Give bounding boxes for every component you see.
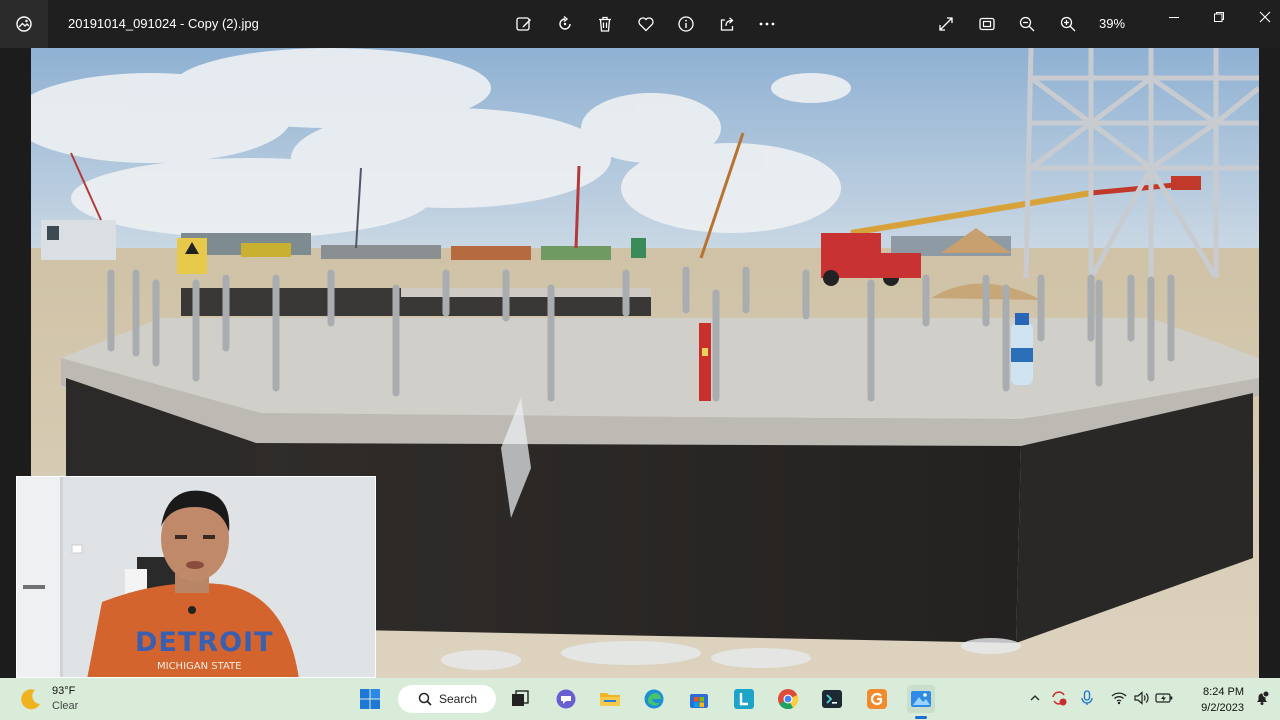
chevron-up-icon[interactable] [1026,689,1044,707]
weather-description: Clear [52,700,79,712]
active-app-indicator [915,716,927,719]
microsoft-store-icon[interactable] [685,685,713,713]
wifi-icon[interactable] [1110,689,1128,707]
photos-icon[interactable] [907,685,935,713]
start-icon[interactable] [356,685,384,713]
zoom-in-icon[interactable] [1056,12,1080,36]
zoom-level[interactable]: 39% [1099,16,1125,31]
fullscreen-icon[interactable] [934,12,958,36]
title-bar: 20191014_091024 - Copy (2).jpg 39% [0,0,1280,48]
shirt-text-detroit: DETROIT [135,627,274,658]
file-name-title: 20191014_091024 - Copy (2).jpg [68,16,259,31]
close-button[interactable] [1250,8,1280,26]
search-label: Search [439,692,478,706]
file-explorer-icon[interactable] [596,685,624,713]
moon-icon [21,689,40,710]
favorite-icon[interactable] [634,12,658,36]
rotate-icon[interactable] [553,12,577,36]
weather-widget[interactable]: 93°F Clear [18,684,78,714]
battery-icon[interactable] [1155,689,1173,707]
microphone-icon[interactable] [1078,689,1096,707]
info-icon[interactable] [674,12,698,36]
search-icon [418,692,432,706]
learn-app-icon[interactable] [730,685,758,713]
chrome-icon[interactable] [774,685,802,713]
webcam-overlay: DETROIT MICHIGAN STATE [16,476,376,678]
clock-time: 8:24 PM [1203,686,1244,698]
delete-icon[interactable] [593,12,617,36]
share-icon[interactable] [715,12,739,36]
grammarly-icon[interactable] [863,685,891,713]
photos-app-icon[interactable] [0,0,48,48]
fit-to-window-icon[interactable] [975,12,999,36]
notification-icon[interactable] [1253,689,1271,707]
more-icon[interactable] [755,12,779,36]
shirt-text-michigan-state: MICHIGAN STATE [157,661,242,672]
minimize-button[interactable] [1159,8,1189,26]
taskbar: 93°F Clear Search 8:24 PM 9/2/2023 [0,678,1280,720]
task-view-icon[interactable] [506,685,534,713]
system-clock[interactable]: 8:24 PM 9/2/2023 [1188,684,1244,716]
terminal-icon[interactable] [818,685,846,713]
edit-image-icon[interactable] [512,12,536,36]
clock-date: 9/2/2023 [1201,702,1244,714]
restore-button[interactable] [1204,8,1234,26]
volume-icon[interactable] [1132,689,1150,707]
teams-chat-icon[interactable] [552,685,580,713]
zoom-out-icon[interactable] [1015,12,1039,36]
sync-icon[interactable] [1050,689,1068,707]
weather-temperature: 93°F [52,685,76,697]
edge-icon[interactable] [640,685,668,713]
taskbar-search[interactable]: Search [398,685,496,713]
